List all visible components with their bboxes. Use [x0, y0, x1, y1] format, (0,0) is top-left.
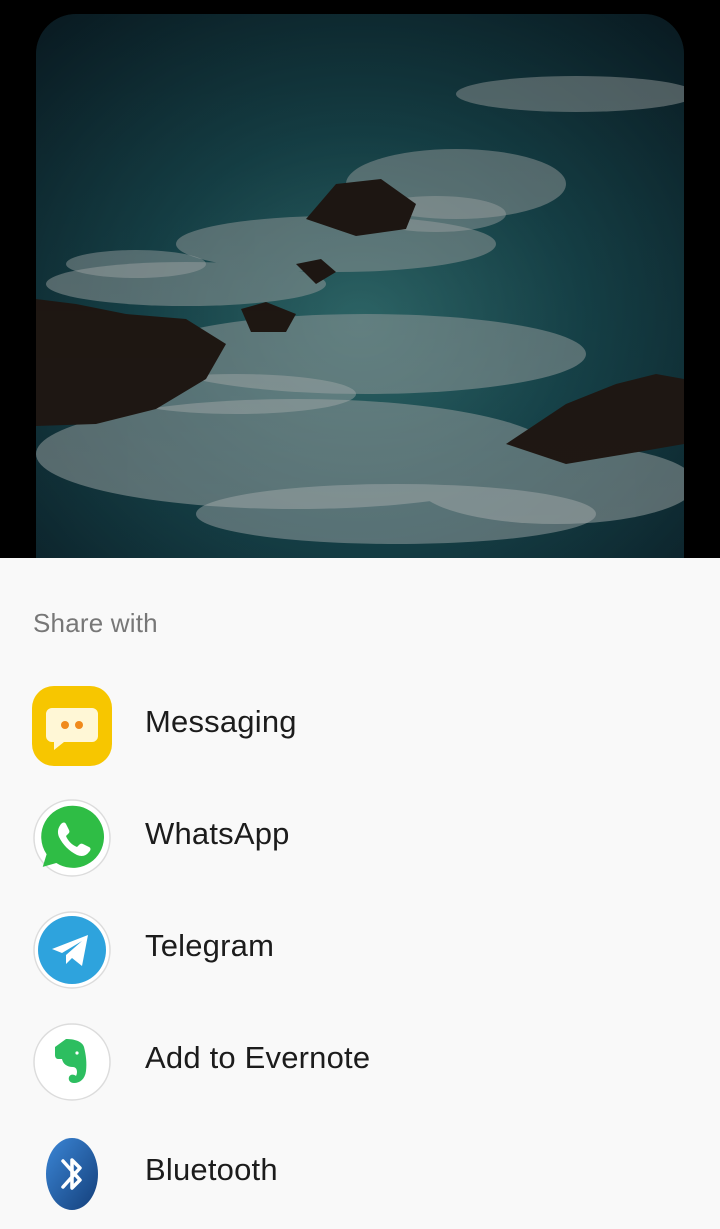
share-target-list: Messaging WhatsApp Telegram Add to Evern…: [0, 670, 720, 1229]
share-item-messaging[interactable]: Messaging: [0, 670, 720, 782]
whatsapp-icon: [32, 798, 112, 878]
share-sheet-title: Share with: [33, 608, 158, 638]
share-item-bluetooth[interactable]: Bluetooth: [0, 1118, 720, 1229]
bluetooth-icon: [32, 1134, 112, 1214]
ocean-waves-rocks-image: [36, 14, 684, 574]
share-item-label: Telegram: [145, 928, 275, 963]
messaging-icon: [32, 686, 112, 766]
share-item-telegram[interactable]: Telegram: [0, 894, 720, 1006]
share-item-label: WhatsApp: [145, 816, 290, 851]
telegram-icon: [32, 910, 112, 990]
shared-image-preview: [36, 14, 684, 574]
share-item-label: Bluetooth: [145, 1152, 278, 1187]
share-bottom-sheet: Share with Messaging WhatsApp Telegram A…: [0, 558, 720, 1229]
share-item-label: Messaging: [145, 704, 297, 739]
evernote-icon: [32, 1022, 112, 1102]
share-item-label: Add to Evernote: [145, 1040, 371, 1075]
share-item-evernote[interactable]: Add to Evernote: [0, 1006, 720, 1118]
dimmed-backdrop[interactable]: [0, 0, 720, 574]
share-item-whatsapp[interactable]: WhatsApp: [0, 782, 720, 894]
